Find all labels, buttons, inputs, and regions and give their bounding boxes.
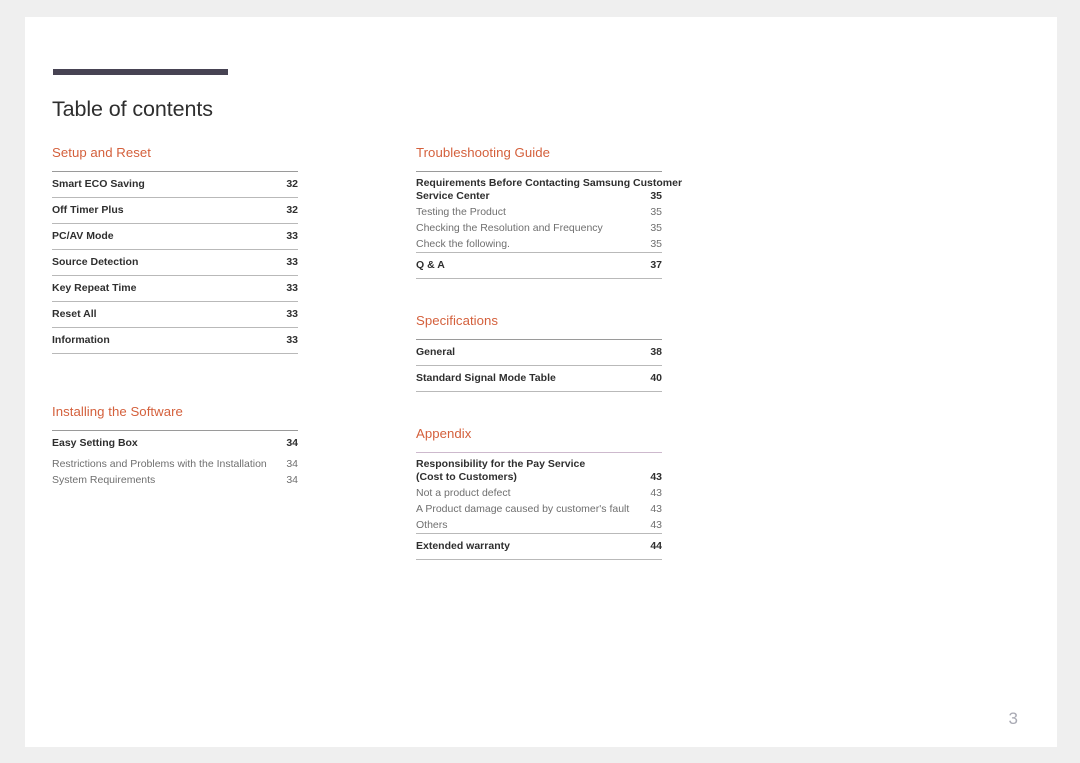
- toc-section-heading[interactable]: Appendix: [416, 426, 662, 441]
- toc-entry-label: Standard Signal Mode Table: [416, 372, 556, 384]
- toc-entry[interactable]: Check the following. 35: [416, 236, 662, 252]
- toc-entry[interactable]: Requirements Before Contacting Samsung C…: [416, 172, 682, 204]
- toc-entry-label: Testing the Product: [416, 205, 506, 218]
- toc-entry-page: 44: [650, 540, 662, 552]
- toc-section: Specifications General 38 Standard Signal M…: [416, 313, 662, 392]
- toc-entry-page: 35: [650, 221, 662, 234]
- toc-entry-page: 34: [286, 457, 298, 470]
- toc-list: Requirements Before Contacting Samsung C…: [416, 172, 682, 279]
- toc-entry[interactable]: Key Repeat Time 33: [52, 276, 298, 302]
- toc-entry[interactable]: System Requirements 34: [52, 472, 298, 488]
- toc-entry[interactable]: Q & A 37: [416, 253, 662, 279]
- toc-entry-label: Source Detection: [52, 256, 139, 268]
- toc-entry-page: 35: [650, 190, 662, 202]
- toc-entry-label: Easy Setting Box: [52, 437, 138, 449]
- toc-entry[interactable]: Restrictions and Problems with the Insta…: [52, 456, 298, 472]
- toc-entry-page: 43: [650, 486, 662, 499]
- toc-entry-page: 38: [650, 346, 662, 358]
- toc-entry-label: Reset All: [52, 308, 97, 320]
- toc-section: Troubleshooting Guide Requirements Before…: [416, 145, 682, 279]
- toc-entry[interactable]: Others 43: [416, 517, 662, 533]
- toc-entry[interactable]: Easy Setting Box 34: [52, 431, 298, 456]
- toc-entry[interactable]: Checking the Resolution and Frequency 35: [416, 220, 662, 236]
- toc-column-right: Troubleshooting Guide Requirements Before…: [416, 145, 682, 560]
- toc-entry[interactable]: Extended warranty 44: [416, 534, 662, 560]
- toc-entry-label-continued: (Cost to Customers): [416, 471, 517, 483]
- page-title: Table of contents: [52, 97, 213, 122]
- toc-entry-label: Information: [52, 334, 110, 346]
- toc-entry-page: 33: [286, 308, 298, 320]
- toc-entry[interactable]: Responsibility for the Pay Service 43 (Cos…: [416, 453, 662, 485]
- toc-entry-page: 40: [650, 372, 662, 384]
- toc-list: Smart ECO Saving 32 Off Timer Plus 32 PC/AV …: [52, 172, 298, 354]
- toc-entry[interactable]: Reset All 33: [52, 302, 298, 328]
- toc-entry-page: 32: [286, 204, 298, 216]
- toc-section-heading[interactable]: Specifications: [416, 313, 662, 328]
- toc-entry-label: Not a product defect: [416, 486, 511, 499]
- toc-entry-label: Smart ECO Saving: [52, 178, 145, 190]
- toc-entry-page: 33: [286, 256, 298, 268]
- toc-section-heading[interactable]: Installing the Software: [52, 404, 298, 419]
- toc-entry[interactable]: Smart ECO Saving 32: [52, 172, 298, 198]
- toc-entry-label: A Product damage caused by customer's fa…: [416, 502, 630, 515]
- toc-entry[interactable]: Source Detection 33: [52, 250, 298, 276]
- toc-entry-label: Q & A: [416, 259, 445, 271]
- toc-entry-page: 33: [286, 230, 298, 242]
- toc-entry-page: 43: [650, 518, 662, 531]
- toc-entry[interactable]: Off Timer Plus 32: [52, 198, 298, 224]
- toc-list: General 38 Standard Signal Mode Table 40: [416, 340, 662, 392]
- toc-entry[interactable]: Not a product defect 43: [416, 485, 662, 501]
- document-page: Table of contents Setup and Reset Smart E…: [25, 17, 1057, 747]
- toc-list: Easy Setting Box 34 Restrictions and Probl…: [52, 431, 298, 488]
- toc-entry-page: 34: [286, 437, 298, 449]
- toc-entry-label: Others: [416, 518, 448, 531]
- toc-entry-page: 37: [650, 259, 662, 271]
- toc-entry-label-continued: Service Center: [416, 190, 490, 202]
- toc-entry-page: 35: [650, 205, 662, 218]
- toc-entry-label: Restrictions and Problems with the Insta…: [52, 457, 267, 470]
- toc-entry-label: Checking the Resolution and Frequency: [416, 221, 603, 234]
- page-number-folio: 3: [1008, 709, 1018, 728]
- toc-entry[interactable]: General 38: [416, 340, 662, 366]
- toc-section-heading[interactable]: Troubleshooting Guide: [416, 145, 662, 160]
- toc-entry-label: PC/AV Mode: [52, 230, 114, 242]
- toc-entry[interactable]: Testing the Product 35: [416, 204, 662, 220]
- toc-entry-label: Check the following.: [416, 237, 510, 250]
- toc-entry-page: 32: [286, 178, 298, 190]
- toc-entry[interactable]: A Product damage caused by customer's fa…: [416, 501, 662, 517]
- toc-section-heading[interactable]: Setup and Reset: [52, 145, 298, 160]
- toc-entry-label: Extended warranty: [416, 540, 510, 552]
- toc-entry[interactable]: Standard Signal Mode Table 40: [416, 366, 662, 392]
- toc-entry-page: 34: [286, 473, 298, 486]
- toc-list: Responsibility for the Pay Service 43 (Cos…: [416, 453, 662, 560]
- title-rule-decoration: [53, 69, 228, 75]
- toc-entry-page: 43: [650, 471, 662, 483]
- toc-column-left: Setup and Reset Smart ECO Saving 32 Off Tim…: [52, 145, 298, 488]
- toc-section: Appendix Responsibility for the Pay Servi…: [416, 426, 662, 560]
- toc-entry-label: Requirements Before Contacting Samsung C…: [416, 177, 683, 189]
- toc-entry-page: 33: [286, 282, 298, 294]
- toc-entry[interactable]: PC/AV Mode 33: [52, 224, 298, 250]
- toc-section: Installing the Software Easy Setting Box 3…: [52, 404, 298, 488]
- toc-section: Setup and Reset Smart ECO Saving 32 Off Tim…: [52, 145, 298, 354]
- toc-entry-label: General: [416, 346, 456, 358]
- toc-entry-label: Off Timer Plus: [52, 204, 124, 216]
- toc-entry-label: System Requirements: [52, 473, 156, 486]
- toc-entry-page: 43: [650, 502, 662, 515]
- toc-entry-page: 35: [650, 237, 662, 250]
- toc-entry-label: Key Repeat Time: [52, 282, 137, 294]
- toc-entry-label: Responsibility for the Pay Service: [416, 458, 586, 470]
- toc-entry-page: 33: [286, 334, 298, 346]
- toc-entry[interactable]: Information 33: [52, 328, 298, 354]
